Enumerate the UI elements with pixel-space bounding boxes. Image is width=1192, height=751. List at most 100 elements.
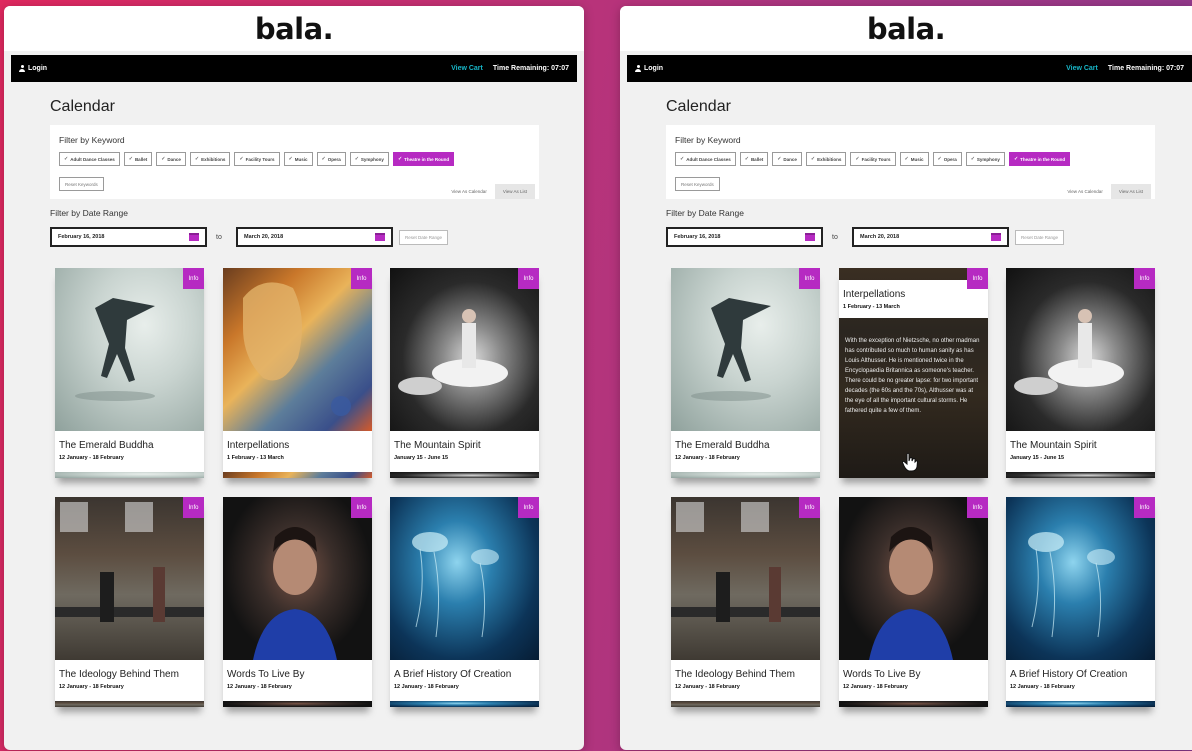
image-strip — [390, 701, 539, 707]
keyword-chip-opera[interactable]: ✓ Opera — [316, 152, 346, 166]
keyword-chip-ballet[interactable]: ✓ Ballet — [739, 152, 769, 166]
info-badge[interactable]: Info — [518, 268, 539, 289]
calendar-icon[interactable] — [805, 233, 815, 241]
portrait-painting — [243, 282, 351, 416]
event-dates: 12 January - 18 February — [843, 684, 908, 690]
keyword-chip-music[interactable]: ✓ Music — [283, 152, 313, 166]
event-card-words-to-live-by[interactable]: Info Words To Live By 12 January - 18 Fe… — [223, 497, 372, 707]
keyword-chip-opera[interactable]: ✓ Opera — [932, 152, 962, 166]
check-icon: ✓ — [855, 156, 860, 162]
bala-logo[interactable]: bala. — [867, 12, 946, 46]
event-card-brief-history[interactable]: Info A Brief History Of Creation 12 Janu… — [1006, 497, 1155, 707]
event-card-interpellations[interactable]: Info Interpellations 1 February - 13 Mar… — [223, 268, 372, 478]
keyword-filter-box: Filter by Keyword ✓ Adult Dance Classes ✓… — [666, 125, 1155, 199]
keyword-chip-dance[interactable]: ✓ Dance — [156, 152, 186, 166]
image-strip — [671, 701, 820, 707]
info-badge[interactable]: Info — [967, 268, 988, 289]
keyword-chip-adult-dance[interactable]: ✓ Adult Dance Classes — [59, 152, 120, 166]
login-link[interactable]: Login — [635, 65, 663, 72]
event-card-ideology[interactable]: Info The Ideology Behind Them 12 January… — [55, 497, 204, 707]
check-icon: ✓ — [904, 156, 909, 162]
keyword-chip-theatre-in-the-round[interactable]: ✓ Theatre in the Round — [392, 152, 455, 166]
info-badge[interactable]: Info — [799, 497, 820, 518]
event-card-mountain-spirit[interactable]: Info The Mountain Spirit January 15 - Ju… — [1006, 268, 1155, 478]
view-as-calendar-tab[interactable]: View As Calendar — [1059, 184, 1111, 199]
calendar-screen-hover: bala. Login View Cart Time Remaining: 07… — [620, 6, 1192, 750]
to-label: to — [832, 234, 838, 241]
calendar-screen-before: bala. Login View Cart Time Remaining: 07… — [4, 6, 584, 750]
portrait-woman — [869, 527, 953, 660]
keyword-chip-music[interactable]: ✓ Music — [899, 152, 929, 166]
view-as-calendar-tab[interactable]: View As Calendar — [443, 184, 495, 199]
view-as-list-tab[interactable]: View As List — [1110, 184, 1151, 199]
date-from-input[interactable]: February 16, 2018 — [666, 227, 823, 247]
info-badge[interactable]: Info — [351, 497, 372, 518]
check-icon: ✓ — [970, 156, 975, 162]
event-card-emerald-buddha[interactable]: Info The Emerald Buddha 12 January - 18 … — [55, 268, 204, 478]
keyword-chip-dance[interactable]: ✓ Dance — [772, 152, 802, 166]
keyword-label: Ballet — [134, 156, 148, 162]
login-link[interactable]: Login — [19, 65, 47, 72]
date-to-input[interactable]: March 20, 2018 — [236, 227, 393, 247]
keyword-chip-symphony[interactable]: ✓ Symphony — [349, 152, 389, 166]
keyword-chip-exhibitions[interactable]: ✓ Exhibitions — [189, 152, 231, 166]
reset-keywords-button[interactable]: Reset Keywords — [59, 177, 104, 191]
jellyfish-image — [1028, 532, 1115, 638]
page-title: Calendar — [50, 98, 115, 115]
calendar-icon[interactable] — [375, 233, 385, 241]
date-from-value: February 16, 2018 — [58, 234, 105, 240]
event-card-brief-history[interactable]: Info A Brief History Of Creation 12 Janu… — [390, 497, 539, 707]
keyword-chip-symphony[interactable]: ✓ Symphony — [965, 152, 1005, 166]
event-image — [671, 268, 820, 431]
reset-date-range-button[interactable]: Reset Date Range — [1015, 230, 1065, 245]
event-card-ideology[interactable]: Info The Ideology Behind Them 12 January… — [671, 497, 820, 707]
date-from-input[interactable]: February 16, 2018 — [50, 227, 207, 247]
top-navbar: Login View Cart Time Remaining: 07:07 — [11, 55, 577, 82]
calendar-icon[interactable] — [189, 233, 199, 241]
info-badge[interactable]: Info — [1134, 268, 1155, 289]
reset-date-range-button[interactable]: Reset Date Range — [399, 230, 449, 245]
info-badge[interactable]: Info — [518, 497, 539, 518]
event-title: The Mountain Spirit — [394, 440, 481, 451]
check-icon: ✓ — [397, 156, 403, 162]
view-as-list-tab[interactable]: View As List — [494, 184, 535, 199]
keyword-label: Music — [294, 156, 308, 162]
bala-logo[interactable]: bala. — [255, 12, 334, 46]
view-cart-link[interactable]: View Cart — [451, 65, 483, 72]
calendar-icon[interactable] — [991, 233, 1001, 241]
event-card-mountain-spirit[interactable]: Info The Mountain Spirit January 15 - Ju… — [390, 268, 539, 478]
info-badge[interactable]: Info — [1134, 497, 1155, 518]
ballerina-figure — [1014, 309, 1124, 395]
top-navbar: Login View Cart Time Remaining: 07:07 — [627, 55, 1192, 82]
check-icon: ✓ — [810, 156, 816, 162]
keyword-chip-ballet[interactable]: ✓ Ballet — [123, 152, 153, 166]
event-card-words-to-live-by[interactable]: Info Words To Live By 12 January - 18 Fe… — [839, 497, 988, 707]
keyword-chip-facility-tours[interactable]: ✓ Facility Tours — [850, 152, 896, 166]
view-cart-link[interactable]: View Cart — [1066, 65, 1098, 72]
keyword-chip-adult-dance[interactable]: ✓ Adult Dance Classes — [675, 152, 736, 166]
event-image — [1006, 268, 1155, 431]
info-badge[interactable]: Info — [967, 497, 988, 518]
event-image — [55, 268, 204, 431]
event-dates: 12 January - 18 February — [675, 455, 740, 461]
event-title: Interpellations — [227, 440, 290, 451]
event-dates: 12 January - 18 February — [394, 684, 459, 690]
reset-keywords-button[interactable]: Reset Keywords — [675, 177, 720, 191]
info-badge[interactable]: Info — [183, 497, 204, 518]
keyword-chip-exhibitions[interactable]: ✓ Exhibitions — [805, 152, 847, 166]
event-card-interpellations-hovered[interactable]: Interpellations 1 February - 13 March In… — [839, 268, 988, 478]
check-icon: ✓ — [161, 156, 166, 162]
keyword-chip-facility-tours[interactable]: ✓ Facility Tours — [234, 152, 280, 166]
keyword-label: Facility Tours — [245, 156, 275, 162]
keyword-chip-theatre-in-the-round[interactable]: ✓ Theatre in the Round — [1008, 152, 1071, 166]
info-badge[interactable]: Info — [351, 268, 372, 289]
group-photo — [55, 502, 204, 622]
date-from-value: February 16, 2018 — [674, 234, 721, 240]
image-strip — [1006, 472, 1155, 478]
info-badge[interactable]: Info — [183, 268, 204, 289]
date-to-input[interactable]: March 20, 2018 — [852, 227, 1009, 247]
event-image — [223, 268, 372, 431]
info-badge[interactable]: Info — [799, 268, 820, 289]
event-card-emerald-buddha[interactable]: Info The Emerald Buddha 12 January - 18 … — [671, 268, 820, 478]
event-dates: 12 January - 18 February — [59, 684, 124, 690]
